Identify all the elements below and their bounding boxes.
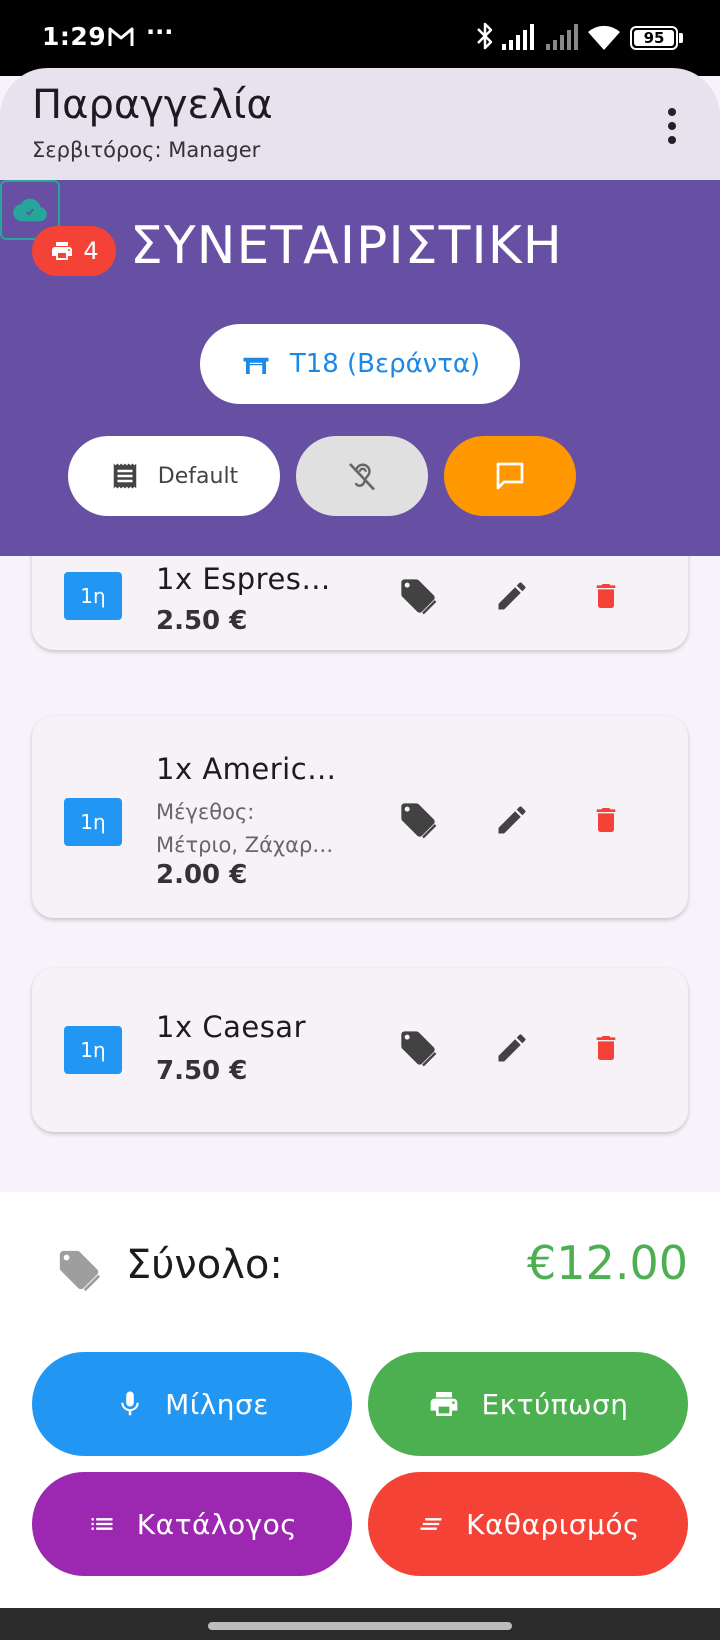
item-modifiers: Μέγεθος: Μέτριο, Ζάχαρ…	[156, 796, 356, 862]
system-nav-bar	[0, 1608, 720, 1640]
more-vert-icon[interactable]	[652, 104, 692, 148]
hearing-toggle-button[interactable]	[296, 436, 428, 516]
microphone-icon	[121, 1391, 139, 1416]
clear-button[interactable]: Καθαρισμός	[368, 1472, 688, 1576]
delete-button[interactable]	[584, 574, 628, 618]
item-name: 1x Americ…	[156, 752, 337, 786]
more-notifications-icon: ···	[146, 18, 174, 46]
catalog-label: Κατάλογος	[136, 1507, 298, 1541]
status-bar: 1:29 ··· 95	[0, 0, 720, 76]
hearing-disabled-icon	[349, 463, 375, 491]
pencil-icon	[498, 1034, 526, 1062]
bluetooth-icon	[477, 22, 493, 50]
gmail-icon	[108, 27, 134, 46]
item-price: 7.50 €	[156, 1056, 248, 1086]
course-badge[interactable]: 1η	[64, 1026, 122, 1074]
signal-icon	[502, 24, 534, 50]
order-summary-panel: Σύνολο: €12.00 Μίλησε Εκτύπωση Κατάλογος…	[0, 1192, 720, 1608]
tags-icon	[401, 803, 437, 839]
price-list-label: Default	[157, 463, 239, 489]
edit-button[interactable]	[490, 798, 534, 842]
tags-icon	[401, 579, 437, 615]
edit-button[interactable]	[490, 574, 534, 618]
speak-button[interactable]: Μίλησε	[32, 1352, 352, 1456]
catalog-button[interactable]: Κατάλογος	[32, 1472, 352, 1576]
item-price: 2.50 €	[156, 606, 248, 636]
shop-name: ΣΥΝΕΤΑΙΡΙΣΤΙΚΗ	[130, 216, 563, 276]
print-label: Εκτύπωση	[481, 1387, 629, 1421]
course-badge[interactable]: 1η	[64, 798, 122, 846]
waiter-subtitle: Σερβιτόρος: Manager	[32, 138, 261, 162]
table-button[interactable]: Τ18 (Βεράντα)	[200, 324, 520, 404]
battery-icon: 95	[630, 26, 678, 50]
trash-icon	[596, 808, 616, 832]
print-button[interactable]: Εκτύπωση	[368, 1352, 688, 1456]
order-item-card[interactable]: 1η 1x Espres… 2.50 €	[32, 556, 688, 650]
order-header: 4 ΣΥΝΕΤΑΙΡΙΣΤΙΚΗ Τ18 (Βεράντα) Default	[0, 180, 720, 556]
message-icon	[496, 462, 524, 490]
comment-button[interactable]	[444, 436, 576, 516]
home-handle[interactable]	[208, 1622, 512, 1630]
table-icon	[243, 357, 269, 374]
total-value: €12.00	[527, 1236, 688, 1290]
dot	[668, 122, 676, 130]
tags-icon	[59, 1250, 101, 1292]
dot	[668, 136, 676, 144]
order-item-card[interactable]: 1η 1x Caesar 7.50 €	[32, 968, 688, 1132]
discount-button[interactable]	[396, 798, 440, 842]
pencil-icon	[498, 582, 526, 610]
wifi-icon	[588, 25, 620, 50]
speak-label: Μίλησε	[165, 1387, 269, 1421]
battery-tip	[679, 33, 683, 43]
pencil-icon	[498, 806, 526, 834]
receipt-icon	[113, 463, 137, 489]
delete-button[interactable]	[584, 1026, 628, 1070]
discount-button[interactable]	[396, 574, 440, 618]
course-badge[interactable]: 1η	[64, 572, 122, 620]
clear-label: Καθαρισμός	[466, 1507, 640, 1541]
clear-all-icon	[420, 1518, 442, 1530]
delete-button[interactable]	[584, 798, 628, 842]
trash-icon	[596, 1036, 616, 1060]
modifiers-line: Μέγεθος:	[156, 800, 255, 824]
price-list-button[interactable]: Default	[68, 436, 280, 516]
total-label: Σύνολο:	[126, 1242, 283, 1288]
dot	[668, 108, 676, 116]
tags-icon	[401, 1031, 437, 1067]
printer-icon	[52, 242, 73, 260]
order-items-list[interactable]: 1η 1x Espres… 2.50 € 1η 1x Americ… Μέγεθ…	[0, 556, 720, 1192]
battery-level: 95	[634, 30, 674, 46]
app-bar: Παραγγελία Σερβιτόρος: Manager	[0, 68, 720, 180]
status-time: 1:29	[42, 22, 107, 51]
edit-button[interactable]	[490, 1026, 534, 1070]
modifiers-line: Μέτριο, Ζάχαρ…	[156, 833, 334, 857]
page-title: Παραγγελία	[32, 82, 273, 128]
item-name: 1x Espres…	[156, 562, 331, 596]
printer-badge[interactable]: 4	[32, 226, 116, 276]
table-label: Τ18 (Βεράντα)	[289, 349, 481, 379]
trash-icon	[596, 584, 616, 608]
signal-icon	[546, 24, 578, 50]
item-price: 2.00 €	[156, 860, 248, 890]
cloud-sync-icon	[13, 198, 47, 222]
printer-count: 4	[83, 237, 99, 265]
order-item-card[interactable]: 1η 1x Americ… Μέγεθος: Μέτριο, Ζάχαρ… 2.…	[32, 716, 688, 918]
item-name: 1x Caesar	[156, 1010, 306, 1044]
printer-icon	[431, 1392, 458, 1416]
discount-button[interactable]	[396, 1026, 440, 1070]
list-icon	[91, 1518, 113, 1530]
